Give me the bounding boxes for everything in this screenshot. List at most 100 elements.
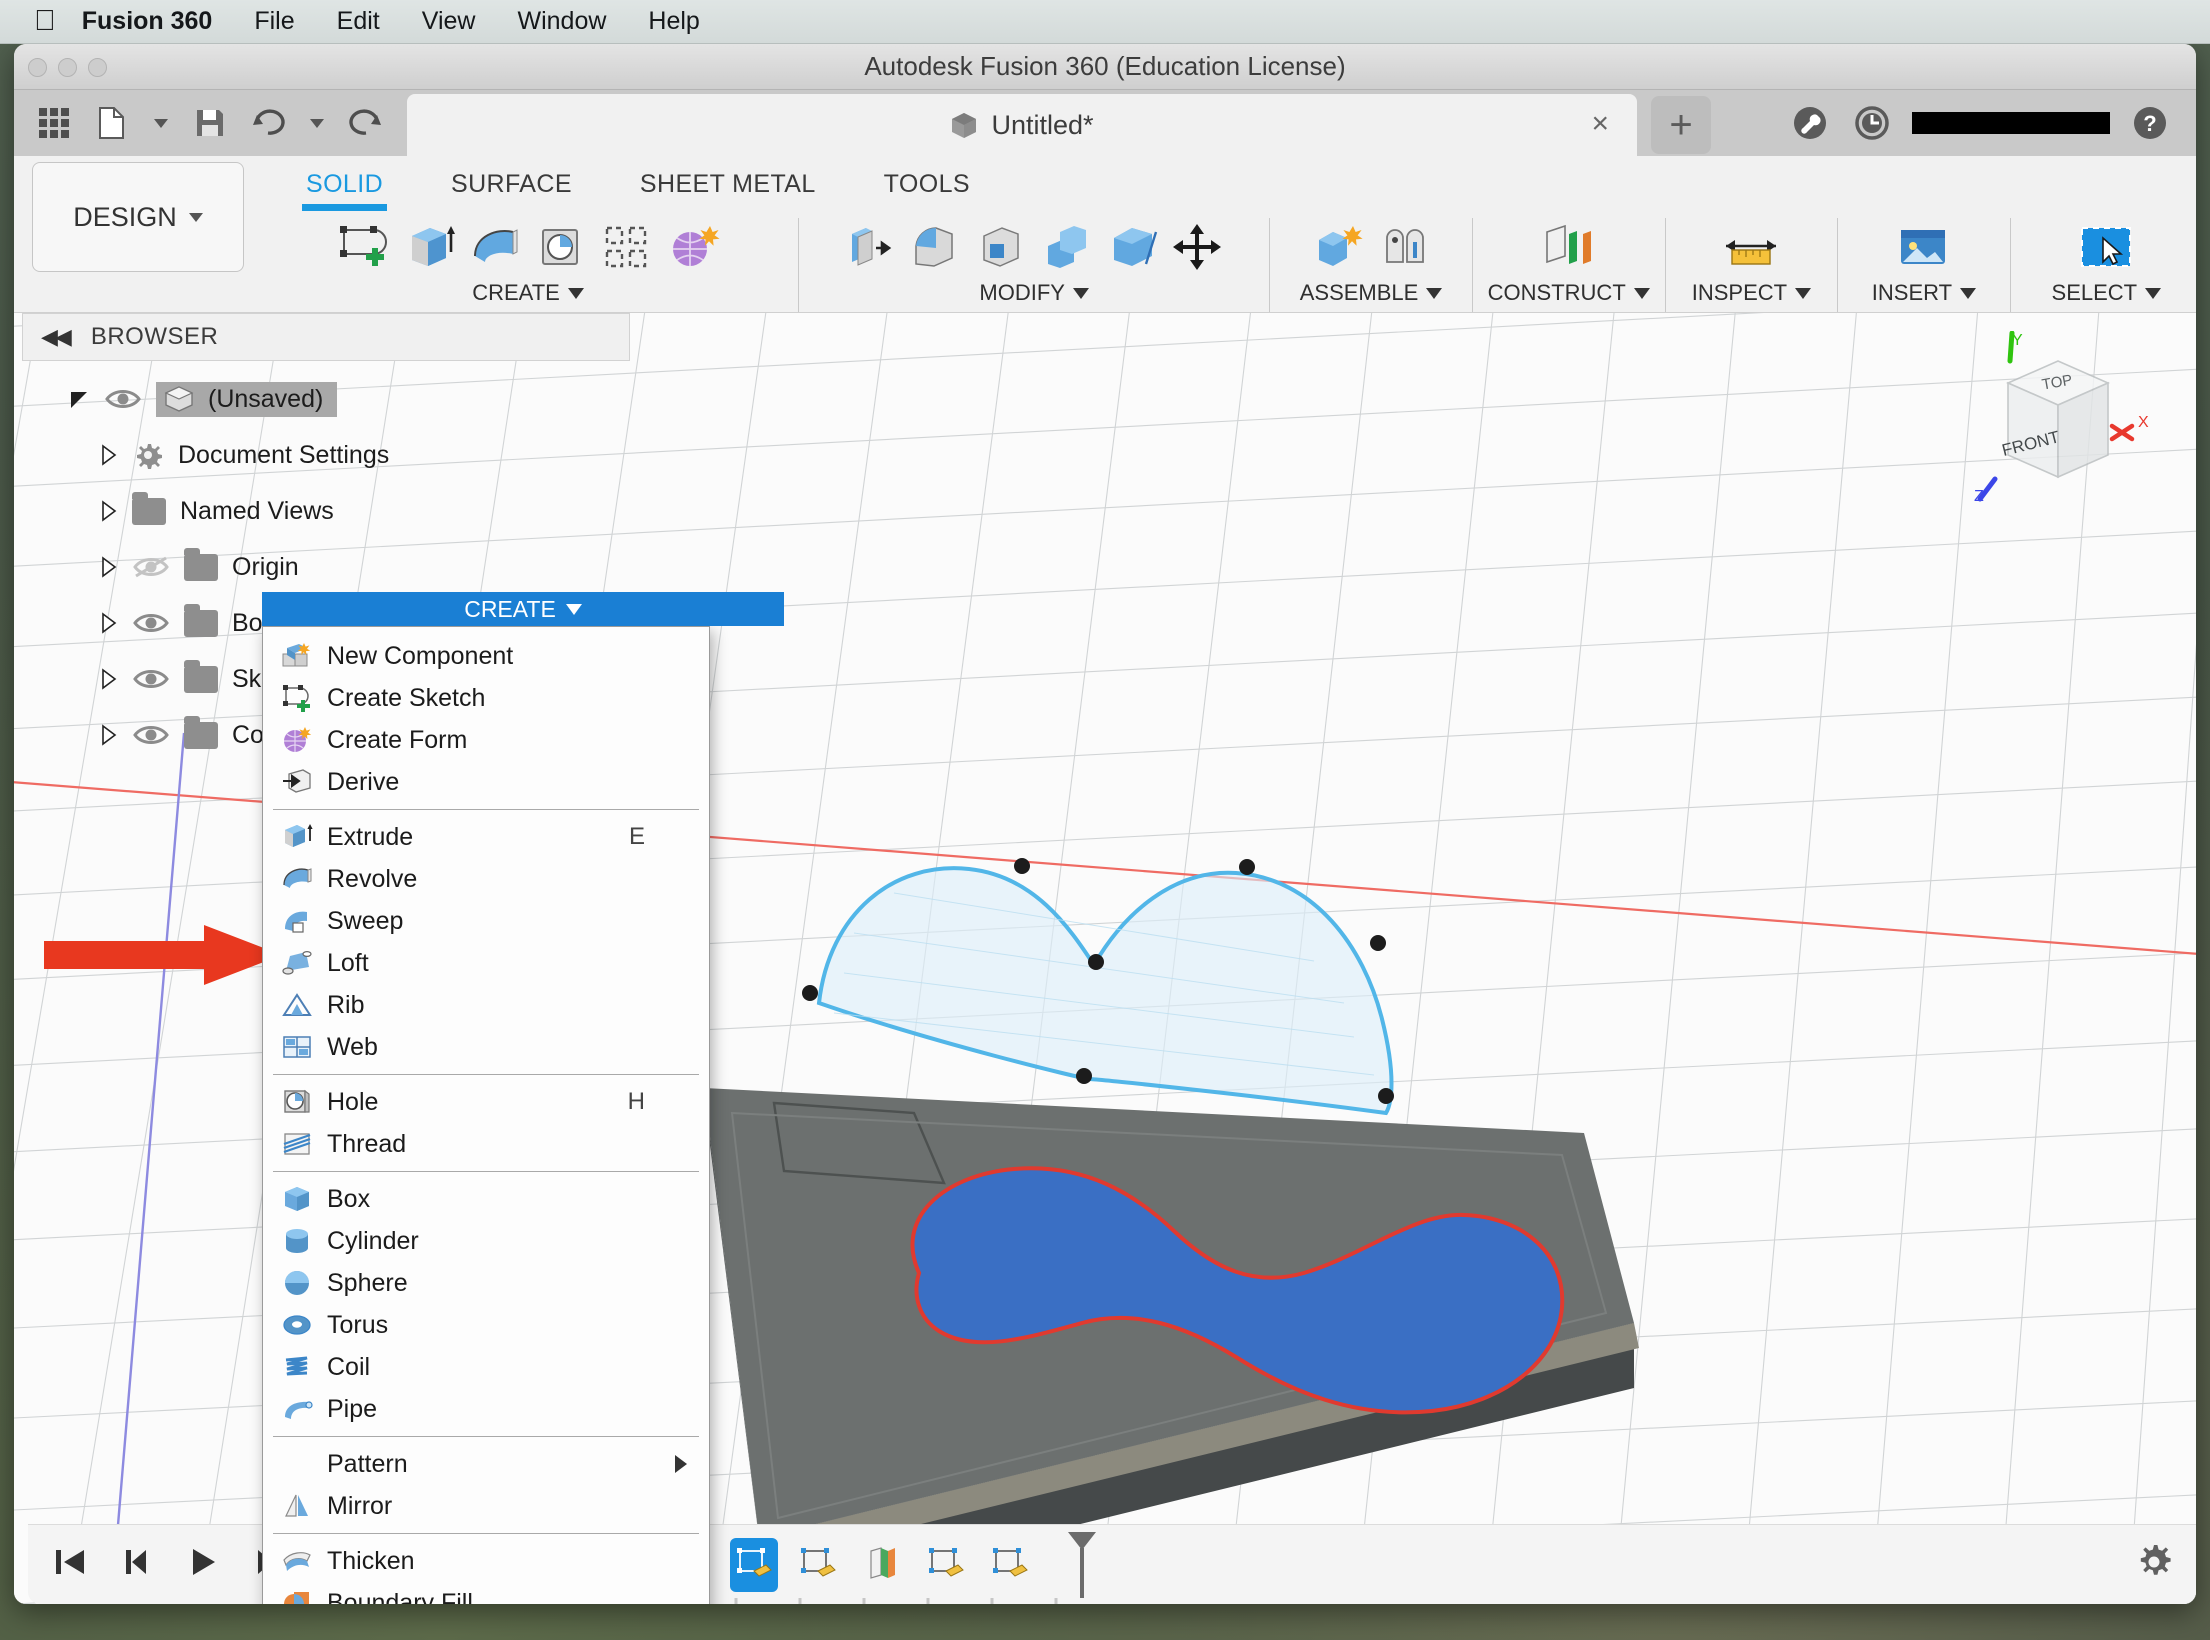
collapsed-triangle-icon[interactable] bbox=[100, 668, 118, 690]
select-cursor-icon[interactable] bbox=[2075, 218, 2137, 276]
timeline-feature-appearance[interactable] bbox=[858, 1538, 906, 1592]
maximize-button[interactable] bbox=[88, 58, 107, 77]
visibility-eye-icon[interactable] bbox=[104, 386, 142, 412]
play-icon[interactable] bbox=[182, 1542, 222, 1587]
undo-dropdown[interactable] bbox=[300, 97, 334, 149]
new-component-icon[interactable] bbox=[1307, 218, 1369, 276]
collapsed-triangle-icon[interactable] bbox=[100, 724, 118, 746]
menu-item-create-form[interactable]: Create Form bbox=[263, 719, 709, 761]
select-group-label[interactable]: SELECT bbox=[2052, 280, 2162, 306]
joint-icon[interactable] bbox=[1373, 218, 1435, 276]
view-cube[interactable]: TOP FRONT Y Z X bbox=[1962, 330, 2152, 511]
menu-item-web[interactable]: Web bbox=[263, 1026, 709, 1068]
menu-item-create-sketch[interactable]: Create Sketch bbox=[263, 677, 709, 719]
recent-activity-icon[interactable] bbox=[1850, 101, 1894, 145]
timeline-feature-sketch-3-selected[interactable] bbox=[730, 1537, 778, 1592]
shell-icon[interactable] bbox=[970, 218, 1032, 276]
menu-item-sweep[interactable]: Sweep bbox=[263, 900, 709, 942]
redo-icon[interactable] bbox=[340, 97, 392, 149]
collapsed-triangle-icon[interactable] bbox=[100, 556, 118, 578]
menu-item-pipe[interactable]: Pipe bbox=[263, 1388, 709, 1430]
minimize-button[interactable] bbox=[58, 58, 77, 77]
press-pull-icon[interactable] bbox=[838, 218, 900, 276]
browser-item-unsaved[interactable]: (Unsaved) bbox=[22, 371, 630, 427]
insert-image-icon[interactable] bbox=[1893, 218, 1955, 276]
visibility-eye-icon[interactable] bbox=[132, 610, 170, 636]
workspace-switcher[interactable]: DESIGN bbox=[32, 162, 244, 272]
go-to-beginning-icon[interactable] bbox=[50, 1542, 90, 1587]
menu-view[interactable]: View bbox=[401, 7, 497, 36]
extensions-icon[interactable] bbox=[1788, 101, 1832, 145]
menu-file[interactable]: File bbox=[233, 7, 315, 36]
document-tab[interactable]: Untitled* × bbox=[407, 94, 1637, 156]
create-group-label[interactable]: CREATE bbox=[472, 280, 584, 306]
menu-app-name[interactable]: Fusion 360 bbox=[82, 7, 234, 36]
tab-sheet-metal[interactable]: SHEET METAL bbox=[606, 160, 850, 215]
create-flyout-header[interactable]: CREATE bbox=[262, 592, 784, 626]
tab-tools[interactable]: TOOLS bbox=[850, 160, 1004, 215]
menu-edit[interactable]: Edit bbox=[316, 7, 401, 36]
tab-surface[interactable]: SURFACE bbox=[417, 160, 606, 215]
collapsed-triangle-icon[interactable] bbox=[100, 444, 118, 466]
extrude-icon[interactable] bbox=[398, 218, 460, 276]
window-controls[interactable] bbox=[28, 58, 107, 77]
menu-item-hole[interactable]: Hole H bbox=[263, 1081, 709, 1123]
construct-group-label[interactable]: CONSTRUCT bbox=[1488, 280, 1650, 306]
modify-group-label[interactable]: MODIFY bbox=[979, 280, 1089, 306]
menu-item-rib[interactable]: Rib bbox=[263, 984, 709, 1026]
collapsed-triangle-icon[interactable] bbox=[100, 612, 118, 634]
create-sketch-icon[interactable] bbox=[332, 218, 394, 276]
undo-icon[interactable] bbox=[242, 97, 294, 149]
expanded-triangle-icon[interactable] bbox=[68, 388, 90, 410]
create-form-icon[interactable] bbox=[662, 218, 724, 276]
menu-item-new-component[interactable]: New Component bbox=[263, 635, 709, 677]
split-face-icon[interactable] bbox=[1102, 218, 1164, 276]
menu-window[interactable]: Window bbox=[496, 7, 627, 36]
menu-item-coil[interactable]: Coil bbox=[263, 1346, 709, 1388]
menu-item-mirror[interactable]: Mirror bbox=[263, 1485, 709, 1527]
browser-item-named-views[interactable]: Named Views bbox=[22, 483, 630, 539]
gear-icon[interactable] bbox=[2132, 1540, 2176, 1589]
rectangular-pattern-icon[interactable] bbox=[596, 218, 658, 276]
hole-icon[interactable] bbox=[530, 218, 592, 276]
apple-icon[interactable]:  bbox=[34, 7, 56, 36]
browser-item-document-settings[interactable]: Document Settings bbox=[22, 427, 630, 483]
visibility-eye-icon[interactable] bbox=[132, 666, 170, 692]
menu-item-thicken[interactable]: Thicken bbox=[263, 1540, 709, 1582]
assemble-group-label[interactable]: ASSEMBLE bbox=[1300, 280, 1443, 306]
collapsed-triangle-icon[interactable] bbox=[100, 500, 118, 522]
revolve-icon[interactable] bbox=[464, 218, 526, 276]
menu-item-thread[interactable]: Thread bbox=[263, 1123, 709, 1165]
fillet-icon[interactable] bbox=[904, 218, 966, 276]
step-back-icon[interactable] bbox=[116, 1542, 156, 1587]
insert-group-label[interactable]: INSERT bbox=[1872, 280, 1977, 306]
browser-item-origin[interactable]: Origin bbox=[22, 539, 630, 595]
tab-solid[interactable]: SOLID bbox=[272, 160, 417, 215]
grid-apps-icon[interactable] bbox=[28, 97, 80, 149]
menu-item-loft[interactable]: Loft bbox=[263, 942, 709, 984]
menu-item-pattern[interactable]: Pattern bbox=[263, 1443, 709, 1485]
measure-icon[interactable] bbox=[1720, 218, 1782, 276]
menu-item-boundary-fill[interactable]: Boundary Fill bbox=[263, 1582, 709, 1604]
inspect-group-label[interactable]: INSPECT bbox=[1692, 280, 1812, 306]
combine-icon[interactable] bbox=[1036, 218, 1098, 276]
menu-item-extrude[interactable]: Extrude E bbox=[263, 816, 709, 858]
move-copy-icon[interactable] bbox=[1168, 218, 1230, 276]
new-file-dropdown[interactable] bbox=[144, 97, 178, 149]
save-icon[interactable] bbox=[184, 97, 236, 149]
account-name-redacted[interactable] bbox=[1912, 112, 2110, 134]
timeline-feature-sketch-4[interactable] bbox=[794, 1538, 842, 1592]
visibility-eye-icon[interactable] bbox=[132, 722, 170, 748]
menu-item-cylinder[interactable]: Cylinder bbox=[263, 1220, 709, 1262]
close-button[interactable] bbox=[28, 58, 47, 77]
menu-item-revolve[interactable]: Revolve bbox=[263, 858, 709, 900]
close-icon[interactable]: × bbox=[1591, 109, 1609, 139]
new-file-icon[interactable] bbox=[86, 97, 138, 149]
menu-item-derive[interactable]: Derive bbox=[263, 761, 709, 803]
offset-plane-icon[interactable] bbox=[1538, 218, 1600, 276]
menu-item-sphere[interactable]: Sphere bbox=[263, 1262, 709, 1304]
timeline-feature-sketch-5[interactable] bbox=[922, 1538, 970, 1592]
visibility-hidden-icon[interactable] bbox=[132, 554, 170, 580]
double-left-arrow-icon[interactable]: ◀◀ bbox=[41, 324, 72, 350]
new-tab-button[interactable]: + bbox=[1651, 96, 1711, 154]
